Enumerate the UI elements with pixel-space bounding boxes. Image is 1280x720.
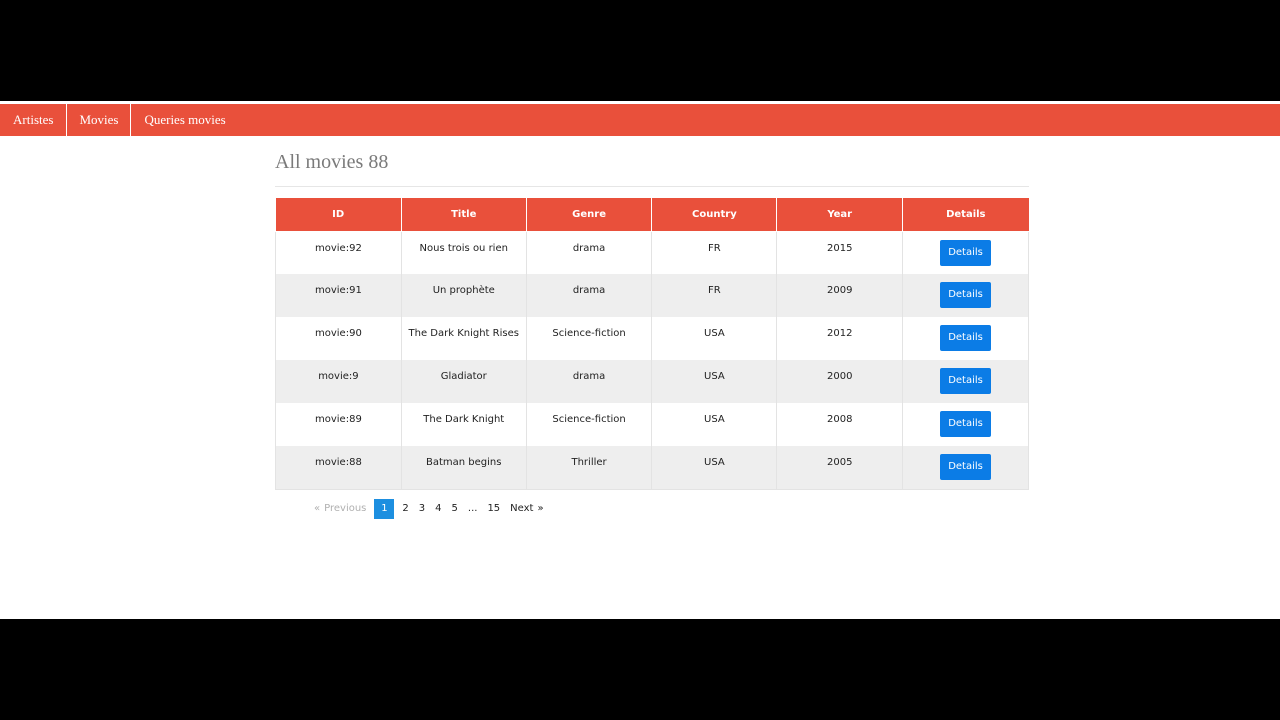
cell-details: Details [902,446,1029,490]
pagination-page-2[interactable]: 2 [397,499,413,519]
movies-table: ID Title Genre Country Year Details movi… [275,198,1029,490]
details-button[interactable]: Details [940,239,992,266]
table-row: movie:89 The Dark Knight Science-fiction… [275,403,1029,446]
cell-country: USA [651,403,777,446]
table-row: movie:90 The Dark Knight Rises Science-f… [275,317,1029,360]
cell-id: movie:92 [275,231,402,274]
table-row: movie:92 Nous trois ou rien drama FR 201… [275,231,1029,274]
cell-id: movie:91 [275,274,402,317]
details-button[interactable]: Details [940,368,992,394]
cell-country: USA [651,317,777,360]
cell-country: FR [651,231,777,274]
cell-id: movie:89 [275,403,402,446]
table-row: movie:9 Gladiator drama USA 2000 Details [275,360,1029,403]
cell-details: Details [902,403,1029,446]
cell-id: movie:9 [275,360,402,403]
table-header-row: ID Title Genre Country Year Details [275,198,1029,232]
cell-year: 2000 [776,360,903,403]
cell-title: Gladiator [400,360,527,403]
pagination-previous[interactable]: «Previous [305,499,371,519]
pagination-ellipsis: ... [467,503,478,514]
cell-country: USA [651,360,777,403]
column-header-title: Title [400,198,527,232]
cell-genre: drama [525,231,652,274]
chevron-left-double-icon: « [314,503,321,514]
column-header-year: Year [776,198,904,232]
details-button[interactable]: Details [940,325,992,351]
page-title: All movies 88 [275,151,389,173]
pagination-page-1[interactable]: 1 [374,499,395,519]
top-navbar: Artistes Movies Queries movies [0,103,1280,136]
details-button[interactable]: Details [940,454,992,480]
table-row: movie:91 Un prophète drama FR 2009 Detai… [275,274,1029,317]
cell-title: Nous trois ou rien [400,231,527,274]
cell-year: 2008 [776,403,903,446]
cell-title: The Dark Knight [400,403,527,446]
cell-year: 2012 [776,317,903,360]
cell-title: Batman begins [400,446,527,490]
cell-id: movie:90 [275,317,402,360]
details-button[interactable]: Details [940,282,992,308]
cell-details: Details [902,274,1029,317]
cell-title: Un prophète [400,274,527,317]
cell-genre: Science-fiction [525,403,652,446]
chevron-right-double-icon: » [537,503,544,514]
cell-country: FR [651,274,777,317]
cell-id: movie:88 [275,446,402,490]
cell-genre: Science-fiction [525,317,652,360]
pagination-next[interactable]: Next» [505,499,552,519]
pagination-page-5[interactable]: 5 [447,499,463,519]
cell-details: Details [902,360,1029,403]
pagination-page-15[interactable]: 15 [482,499,505,519]
nav-item-queries-movies[interactable]: Queries movies [131,104,238,136]
pagination-page-3[interactable]: 3 [414,499,430,519]
main-content: All movies 88 ID Title Genre Country Yea… [275,136,1029,490]
cell-title: The Dark Knight Rises [400,317,527,360]
pagination: «Previous 1 2 3 4 5 ... 15 Next» [305,499,553,519]
details-button[interactable]: Details [940,411,992,437]
cell-country: USA [651,446,777,490]
nav-item-movies[interactable]: Movies [66,103,132,136]
pagination-previous-label: Previous [324,503,367,514]
cell-details: Details [902,231,1029,274]
column-header-details: Details [902,198,1029,232]
cell-details: Details [902,317,1029,360]
column-header-id: ID [275,198,402,232]
nav-item-artistes[interactable]: Artistes [0,104,66,136]
pagination-page-4[interactable]: 4 [430,499,446,519]
column-header-genre: Genre [525,198,653,232]
cell-year: 2005 [776,446,903,490]
pagination-next-label: Next [510,503,534,514]
cell-genre: Thriller [525,446,652,490]
cell-year: 2009 [776,274,903,317]
table-row: movie:88 Batman begins Thriller USA 2005… [275,446,1029,490]
cell-genre: drama [525,274,652,317]
browser-viewport: Artistes Movies Queries movies All movie… [0,101,1280,619]
cell-genre: drama [525,360,652,403]
column-header-country: Country [651,198,778,232]
cell-year: 2015 [776,231,903,274]
title-divider [275,186,1029,187]
